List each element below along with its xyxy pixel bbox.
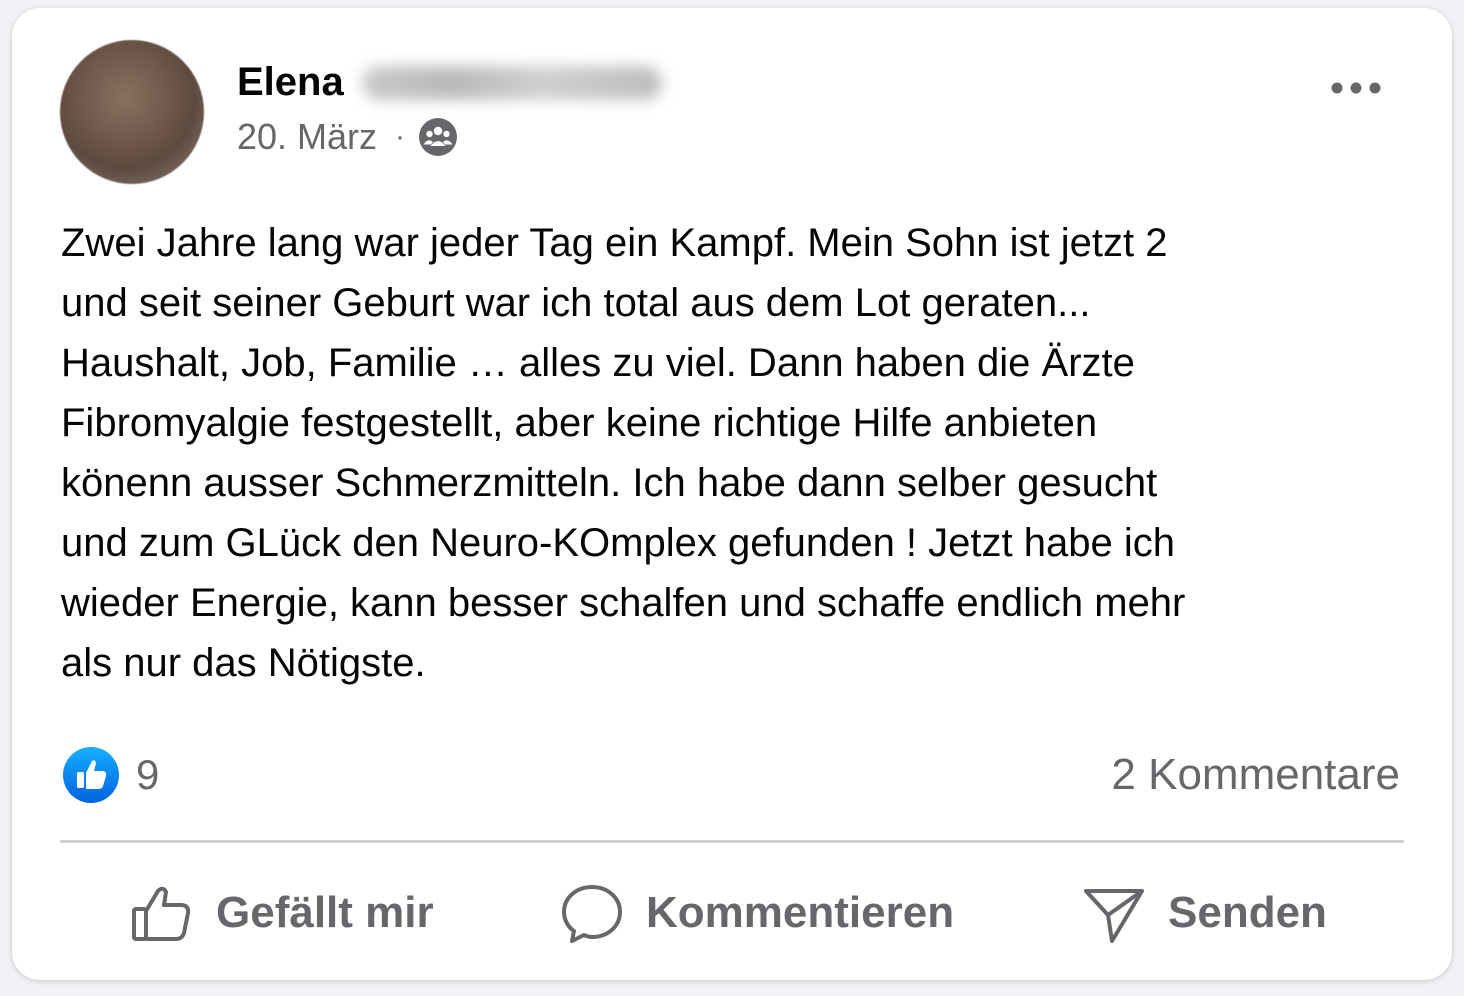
comment-button-label: Kommentieren bbox=[646, 888, 955, 937]
send-button[interactable]: Senden bbox=[1082, 863, 1327, 963]
post-card: Elena 20. März · Zwei Jahre lang war jed… bbox=[12, 8, 1452, 980]
like-count: 9 bbox=[136, 751, 160, 798]
comments-count-link[interactable]: 2 Kommentare bbox=[1111, 750, 1400, 800]
post-author: Elena bbox=[237, 60, 662, 105]
friends-icon[interactable] bbox=[417, 116, 459, 158]
like-button[interactable]: Gefällt mir bbox=[130, 863, 434, 963]
more-horizontal-icon bbox=[1331, 82, 1381, 94]
meta-separator: · bbox=[395, 120, 406, 153]
like-button-label: Gefällt mir bbox=[216, 888, 434, 937]
post-actions: Gefällt mir Kommentieren Senden bbox=[60, 858, 1404, 968]
comment-button[interactable]: Kommentieren bbox=[560, 863, 954, 963]
post-meta: 20. März · bbox=[237, 116, 459, 158]
avatar[interactable] bbox=[60, 40, 204, 184]
author-lastname-blurred bbox=[361, 65, 662, 100]
author-name[interactable]: Elena bbox=[237, 60, 344, 105]
more-options-button[interactable] bbox=[1324, 70, 1388, 106]
like-reaction-icon bbox=[62, 746, 120, 804]
thumbs-up-icon bbox=[132, 886, 191, 941]
post-text: Zwei Jahre lang war jeder Tag ein Kampf.… bbox=[61, 221, 1186, 685]
divider bbox=[60, 840, 1404, 843]
send-button-label: Senden bbox=[1168, 888, 1327, 937]
send-icon bbox=[1084, 889, 1144, 943]
post-date[interactable]: 20. März bbox=[237, 116, 377, 158]
comment-icon bbox=[562, 885, 622, 943]
reactions-summary[interactable]: 9 bbox=[62, 746, 159, 804]
